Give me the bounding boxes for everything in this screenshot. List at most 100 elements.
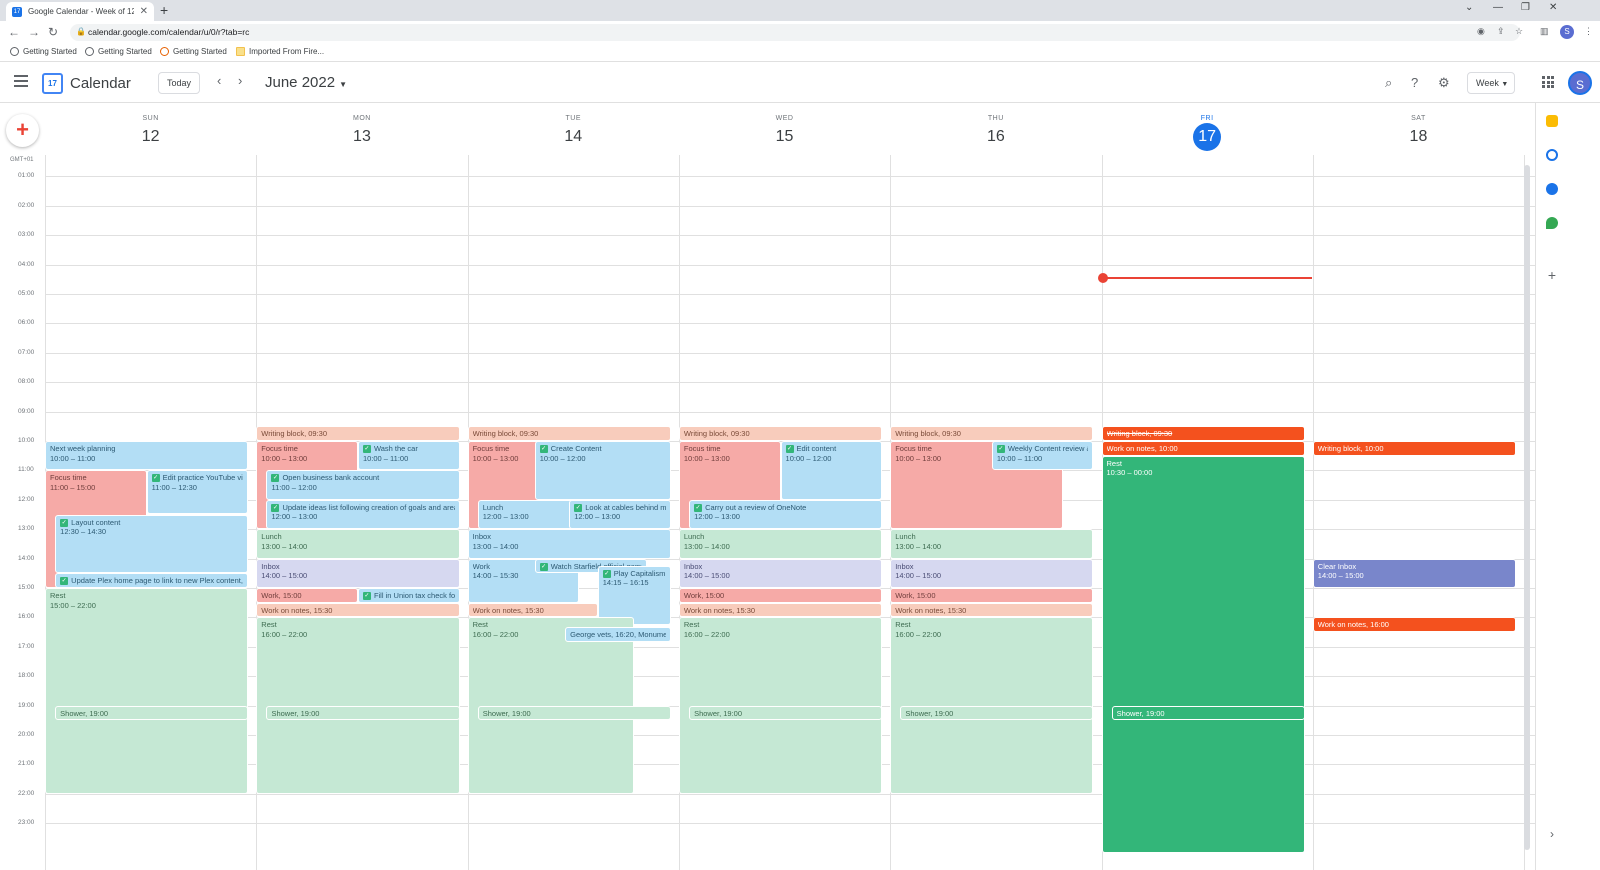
week-grid[interactable]: GMT+01 01:00 02:00 03:00 04:00 05:00 06:00 07:… [0, 155, 1560, 870]
search-icon[interactable]: ⌕ [1385, 75, 1392, 91]
calendar-event[interactable]: ✓ Layout content 12:30 – 14:30 [55, 514, 249, 574]
calendar-event[interactable]: Inbox 13:00 – 14:00 [467, 529, 671, 559]
settings-gear-icon[interactable]: ⚙ [1438, 75, 1450, 91]
calendar-event[interactable]: ✓ Carry out a review of OneNote 12:00 – 13… [689, 499, 883, 530]
calendar-event[interactable]: Next week planning 10:00 – 11:00 [45, 441, 249, 471]
close-window-icon[interactable]: ✕ [1549, 2, 1557, 13]
calendar-event[interactable]: Writing block, 09:30 [256, 426, 460, 441]
calendar-event[interactable]: ✓ Wash the car 10:00 – 11:00 [357, 441, 460, 471]
account-avatar[interactable]: S [1568, 71, 1592, 95]
reload-icon[interactable]: ↻ [48, 25, 58, 39]
add-addon-icon[interactable]: + [1546, 268, 1558, 282]
calendar-event[interactable]: Rest 10:30 – 00:00 [1101, 455, 1305, 853]
bookmark-item[interactable]: Getting Started [10, 47, 77, 56]
main-menu-icon[interactable] [14, 75, 28, 87]
new-tab-icon[interactable]: + [160, 2, 168, 18]
day-number[interactable]: 15 [679, 124, 890, 150]
calendar-event[interactable]: Work, 15:00 [256, 588, 358, 603]
date-range-picker[interactable]: June 2022 ▼ [265, 74, 347, 91]
bookmark-folder[interactable]: Imported From Fire... [236, 47, 324, 56]
minimize-icon[interactable]: — [1493, 2, 1503, 13]
calendar-event[interactable]: ✓Edit practice YouTube videos11:00 – 12:… [146, 470, 249, 515]
collapse-panel-icon[interactable]: › [1546, 828, 1558, 840]
calendar-event[interactable]: Work on notes, 15:30 [678, 602, 883, 618]
browser-menu-icon[interactable]: ⋮ [1584, 26, 1593, 37]
calendar-event[interactable]: Shower, 19:00 [266, 705, 460, 721]
grid-scrollbar[interactable] [1524, 165, 1530, 850]
restore-icon[interactable]: ❐ [1521, 2, 1530, 13]
calendar-event[interactable]: Writing block, 09:30 [467, 426, 671, 441]
calendar-event[interactable]: Lunch 13:00 – 14:00 [890, 529, 1094, 559]
sidebar-toggle-icon[interactable]: ▥ [1540, 26, 1549, 37]
lock-icon[interactable]: 🔒 [76, 27, 86, 36]
calendar-event[interactable]: ✓ Create Content 10:00 – 12:00 [534, 441, 671, 500]
day-header-tue[interactable]: TUE 14 [468, 103, 679, 155]
contacts-icon[interactable] [1546, 183, 1558, 195]
calendar-event[interactable]: ✓ Open business bank account 11:00 – 12:00 [266, 470, 460, 500]
calendar-event[interactable]: Shower, 19:00 [900, 705, 1094, 721]
day-number[interactable]: 17 [1193, 123, 1222, 151]
calendar-event[interactable]: Writing block, 09:30 [1101, 426, 1305, 441]
day-header-wed[interactable]: WED 15 [679, 103, 890, 155]
calendar-event[interactable]: Shower, 19:00 [1111, 705, 1305, 721]
calendar-event[interactable]: Inbox 14:00 – 15:00 [678, 558, 883, 588]
calendar-event[interactable]: George vets, 16:20, Monumer [565, 627, 671, 642]
calendar-event[interactable]: Work on notes, 15:30 [467, 602, 598, 618]
calendar-event[interactable]: Lunch 13:00 – 14:00 [678, 529, 883, 559]
calendar-event[interactable]: Shower, 19:00 [55, 705, 249, 721]
calendar-event[interactable]: Work, 15:00 [678, 588, 883, 603]
day-number[interactable]: 18 [1313, 124, 1524, 150]
calendar-event[interactable]: Writing block, 09:30 [890, 426, 1094, 441]
bookmark-item[interactable]: Getting Started [160, 47, 227, 56]
calendar-event[interactable]: Inbox 14:00 – 15:00 [256, 558, 460, 588]
calendar-event[interactable]: Rest 15:00 – 22:00 [45, 588, 249, 794]
calendar-event[interactable]: ✓Play Capitalism Lab with services14:15 … [597, 565, 671, 625]
calendar-event[interactable]: ✓ Edit content 10:00 – 12:00 [780, 441, 883, 500]
day-number[interactable]: 13 [256, 124, 467, 150]
calendar-event[interactable]: ✓ Fill in Union tax check for [357, 588, 460, 603]
calendar-event[interactable]: Shower, 19:00 [689, 705, 883, 721]
calendar-event[interactable]: Work on notes, 15:30 [890, 602, 1094, 618]
browser-tab[interactable]: 17 Google Calendar - Week of 12 Ju ✕ [6, 2, 154, 21]
maps-icon[interactable] [1546, 217, 1558, 229]
next-week-icon[interactable]: › [238, 73, 242, 88]
tasks-icon[interactable] [1546, 149, 1558, 161]
bookmark-item[interactable]: Getting Started [85, 47, 152, 56]
calendar-event[interactable]: Lunch 13:00 – 14:00 [256, 529, 460, 559]
google-apps-icon[interactable] [1542, 76, 1554, 88]
calendar-event[interactable]: ✓ Update Plex home page to link to new Pl… [55, 573, 249, 588]
day-number[interactable]: 12 [45, 124, 256, 150]
day-header-mon[interactable]: MON 13 [256, 103, 467, 155]
calendar-event[interactable]: Work on notes, 10:00 [1101, 441, 1305, 456]
calendar-event[interactable]: Work on notes, 15:30 [256, 602, 460, 618]
calendar-event[interactable]: ✓ Weekly Content review & 10:00 – 11:00 [991, 441, 1094, 471]
share-icon[interactable]: ⇪ [1497, 26, 1505, 37]
help-icon[interactable]: ? [1411, 75, 1418, 90]
day-header-sun[interactable]: SUN 12 [45, 103, 256, 155]
day-header-fri[interactable]: FRI 17 [1102, 103, 1313, 155]
calendar-event[interactable]: Inbox 14:00 – 15:00 [890, 558, 1094, 588]
calendar-event[interactable]: Writing block, 10:00 [1312, 441, 1517, 456]
browser-profile-avatar[interactable]: S [1560, 25, 1574, 39]
previous-week-icon[interactable]: ‹ [217, 73, 221, 88]
calendar-event[interactable]: ✓ Update ideas list following creation of… [266, 499, 460, 530]
calendar-event[interactable]: ✓ Look at cables behind m 12:00 – 13:00 [569, 499, 671, 530]
create-button[interactable]: + [6, 114, 39, 147]
day-header-sat[interactable]: SAT 18 [1313, 103, 1524, 155]
today-button[interactable]: Today [158, 72, 200, 94]
day-number[interactable]: 14 [468, 124, 679, 150]
calendar-event[interactable]: Lunch 12:00 – 13:00 [477, 499, 580, 530]
day-number[interactable]: 16 [890, 124, 1101, 150]
url-field[interactable]: 🔒 calendar.google.com/calendar/u/0/r?tab… [70, 24, 1520, 41]
keep-icon[interactable] [1546, 115, 1558, 127]
star-icon[interactable]: ☆ [1515, 26, 1523, 37]
calendar-event[interactable]: Shower, 19:00 [477, 705, 671, 721]
tab-search-icon[interactable]: ⌄ [1465, 2, 1473, 13]
calendar-event[interactable]: Work on notes, 16:00 [1312, 617, 1517, 633]
view-switcher[interactable]: Week ▼ [1467, 72, 1515, 94]
close-tab-icon[interactable]: ✕ [140, 6, 148, 17]
calendar-event[interactable]: Work, 15:00 [890, 588, 1094, 603]
calendar-event[interactable]: Clear Inbox 14:00 – 15:00 [1312, 558, 1517, 588]
calendar-event[interactable]: Writing block, 09:30 [678, 426, 883, 441]
forward-icon[interactable]: → [28, 25, 40, 39]
